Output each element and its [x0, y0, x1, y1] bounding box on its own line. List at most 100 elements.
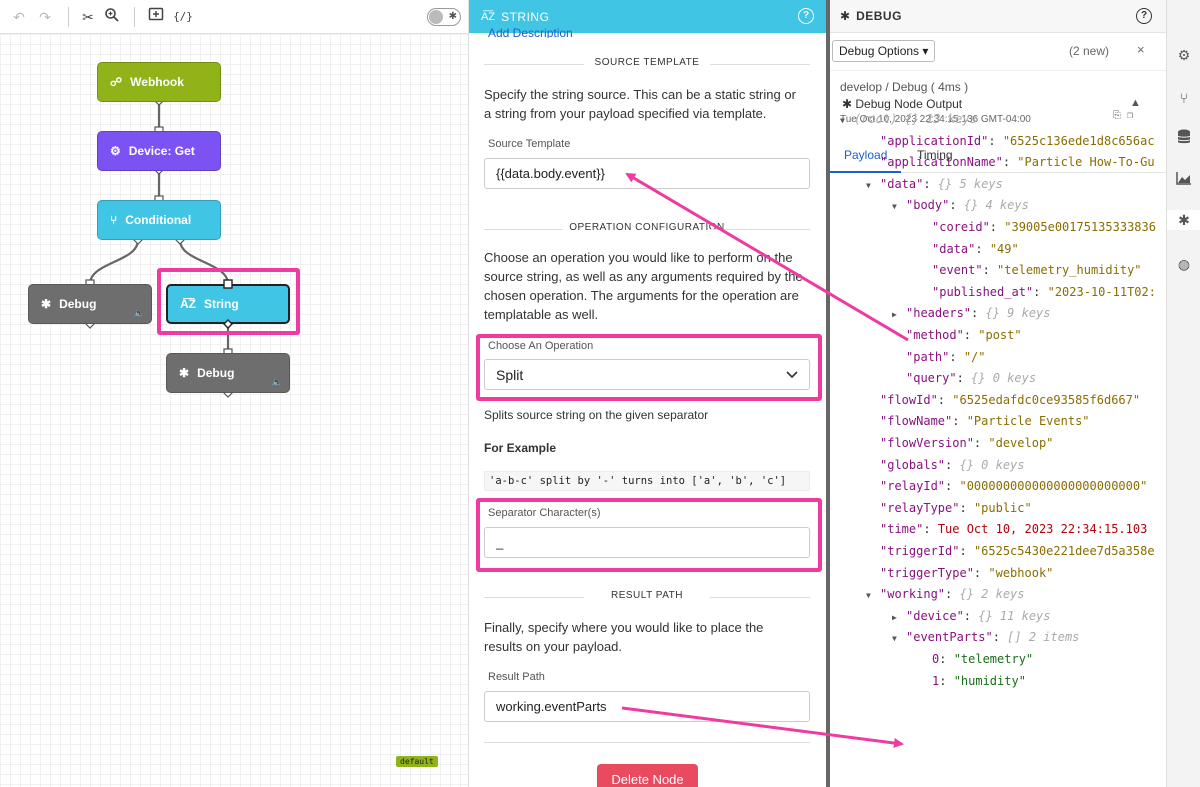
- example-code: 'a-b-c' split by '-' turns into ['a', 'b…: [484, 471, 810, 491]
- bug-icon: ✱: [842, 97, 856, 111]
- caret-down-icon: ▼: [866, 591, 871, 601]
- node-device-get[interactable]: ⚙ Device: Get: [97, 131, 221, 171]
- caret-down-icon: ▼: [866, 180, 871, 190]
- tree-value: "/": [963, 349, 986, 364]
- tree-row: "event": "telemetry_humidity": [932, 263, 1142, 278]
- tree-value: "6525c136ede1d8c656ac: [1002, 133, 1155, 148]
- chart-icon[interactable]: [1174, 170, 1194, 190]
- operation-select[interactable]: Split: [484, 359, 810, 390]
- tree-row: 1: "humidity": [932, 673, 1026, 688]
- bug-icon: ✱: [840, 9, 851, 23]
- node-debug[interactable]: ✱ Debug 🔈: [28, 284, 152, 324]
- operation-help-text: Choose an operation you would like to pe…: [484, 250, 803, 322]
- string-icon: A͞Z: [481, 10, 496, 23]
- result-path-label: Result Path: [488, 671, 545, 683]
- tree-key: "path": [906, 349, 950, 364]
- tree-value: "humidity": [953, 673, 1026, 688]
- add-description-link[interactable]: Add Description: [488, 26, 573, 38]
- separator-label: Separator Character(s): [488, 507, 601, 519]
- tree-row[interactable]: ▼ (root) {} 13 keys: [840, 110, 977, 128]
- tree-key: "published_at": [932, 284, 1034, 299]
- node-webhook[interactable]: ☍ Webhook: [97, 62, 221, 102]
- tree-key: "eventParts": [906, 630, 993, 645]
- database-icon[interactable]: [1174, 129, 1194, 149]
- node-debug[interactable]: ✱ Debug 🔈: [166, 353, 290, 393]
- debug-title: DEBUG: [856, 9, 902, 23]
- node-label: Device: Get: [128, 144, 195, 158]
- node-conditional[interactable]: ⑂ Conditional: [97, 200, 221, 240]
- tree-row: "triggerType": "webhook": [880, 565, 1054, 580]
- tree-row[interactable]: ▶ "headers": {} 9 keys: [892, 304, 1051, 322]
- message-title: ✱ Debug Node Output: [842, 97, 963, 111]
- tree-value: "telemetry": [953, 652, 1034, 666]
- tree-row[interactable]: ▼ "data": {} 5 keys: [866, 175, 1003, 193]
- tree-value: "Particle How-To-Gu: [1017, 155, 1155, 170]
- tree-key: "applicationName": [880, 155, 1003, 170]
- close-icon[interactable]: ×: [1137, 42, 1145, 57]
- tree-row: "triggerId": "6525c5430e221dee7d5a358e: [880, 544, 1155, 558]
- webhook-icon: ☍: [110, 75, 123, 89]
- tree-row[interactable]: ▶ "device": {} 11 keys: [892, 607, 1051, 625]
- tree-key: "triggerId": [880, 544, 960, 558]
- tree-key: "data": [932, 241, 976, 256]
- help-icon[interactable]: ?: [1136, 8, 1152, 24]
- tree-meta: {} 2 keys: [959, 587, 1025, 602]
- tree-key: "flowName": [880, 414, 953, 429]
- source-template-input[interactable]: [484, 158, 810, 189]
- section-heading: SOURCE TEMPLATE: [484, 57, 810, 71]
- node-string[interactable]: A͞Z String: [166, 284, 290, 324]
- tree-key: (root): [854, 112, 898, 126]
- node-label: Debug: [59, 297, 97, 311]
- debug-icon[interactable]: ✱: [1167, 210, 1200, 230]
- tree-value: "webhook": [988, 565, 1054, 580]
- tree-row[interactable]: ▼ "eventParts": [] 2 items: [892, 628, 1079, 646]
- tree-row: "flowName": "Particle Events": [880, 414, 1090, 429]
- tree-row[interactable]: ▼ "working": {} 2 keys: [866, 585, 1025, 603]
- caret-down-icon: ▼: [840, 116, 845, 125]
- operation-label: Choose An Operation: [488, 340, 594, 352]
- speaker-icon: 🔈: [271, 377, 283, 387]
- tree-value: "6525c5430e221dee7d5a358e: [973, 544, 1155, 558]
- tree-key: "event": [932, 263, 983, 278]
- tree-row: "method": "post": [906, 328, 1022, 342]
- speaker-icon: 🔈: [133, 308, 145, 318]
- flow-canvas[interactable]: ↶ ↷ ✂ {/} ✱ ☍ Webhook ⚙ Device: Get ⑂ Co…: [0, 0, 469, 787]
- tree-value: "public": [973, 500, 1032, 515]
- tree-value: Tue Oct 10, 2023 22:34:15.103: [937, 522, 1148, 537]
- tree-meta: {} 4 keys: [963, 198, 1029, 213]
- node-label: String: [204, 297, 239, 311]
- node-label: Conditional: [125, 213, 192, 227]
- flow-wires: [85, 96, 233, 398]
- copy-icon[interactable]: ⎘ ❐: [1113, 110, 1133, 121]
- tree-row: "applicationName": "Particle How-To-Gu: [880, 155, 1155, 170]
- source-help-text: Specify the string source. This can be a…: [484, 87, 796, 121]
- globe-icon[interactable]: ◍: [1174, 254, 1194, 274]
- tree-row: "coreid": "39005e00175135333836: [932, 220, 1156, 234]
- tree-value: "post": [978, 328, 1022, 342]
- tree-meta: [] 2 items: [1007, 630, 1080, 645]
- branch-icon[interactable]: ⑂: [1174, 88, 1194, 108]
- debug-options-button[interactable]: Debug Options ▾: [832, 40, 936, 62]
- result-path-input[interactable]: [484, 691, 810, 722]
- caret-right-icon: ▶: [892, 612, 897, 622]
- settings-icon[interactable]: ⚙: [1174, 45, 1194, 65]
- help-icon[interactable]: ?: [798, 8, 814, 24]
- delete-node-button[interactable]: Delete Node: [597, 764, 698, 787]
- panel-title: STRING: [501, 9, 550, 24]
- operation-description: Splits source string on the given separa…: [484, 408, 709, 422]
- tree-row[interactable]: ▼ "body": {} 4 keys: [892, 196, 1029, 214]
- source-template-label: Source Template: [488, 138, 571, 150]
- tree-meta: {} 0 keys: [971, 371, 1037, 386]
- separator-input[interactable]: [484, 527, 810, 558]
- tree-value: "Particle Events": [966, 414, 1090, 429]
- device-icon: ⚙: [110, 144, 121, 158]
- collapse-icon[interactable]: ▲: [1130, 97, 1141, 109]
- tree-row: "time": Tue Oct 10, 2023 22:34:15.103: [880, 522, 1148, 537]
- tree-key: "flowId": [880, 392, 938, 407]
- example-title: For Example: [484, 441, 557, 455]
- tree-key: "headers": [906, 306, 972, 321]
- tree-value: "develop": [988, 436, 1054, 450]
- tree-row: "path": "/": [906, 349, 986, 364]
- tree-key: "triggerType": [880, 565, 974, 580]
- tree-key: "working": [880, 587, 946, 602]
